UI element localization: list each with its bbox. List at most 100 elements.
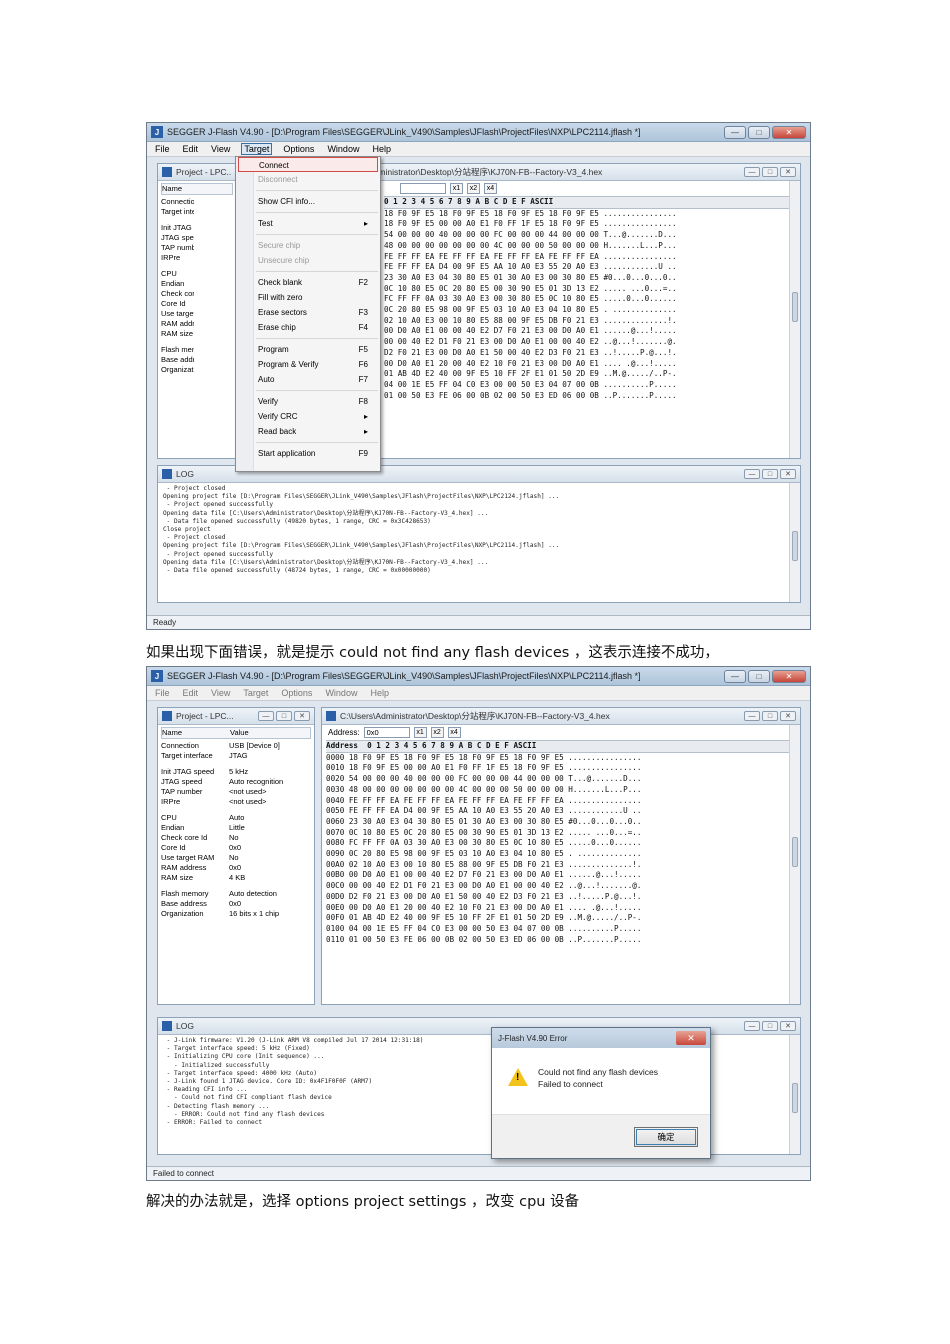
menu-help[interactable]: Help <box>370 144 393 154</box>
property-row[interactable]: Connection USB [Device 0] <box>161 741 311 751</box>
jflash-window-target-menu: J SEGGER J-Flash V4.90 - [D:\Program Fil… <box>146 122 811 630</box>
menu-item-verify[interactable]: Verify F8 <box>236 394 380 409</box>
address-input[interactable] <box>400 183 446 194</box>
property-row[interactable]: Organization 16 bits x 1 chip <box>161 909 311 919</box>
menu-item-show-cfi-info[interactable]: Show CFI info... <box>236 194 380 209</box>
log-minimize-icon[interactable]: — <box>744 1021 760 1031</box>
property-row[interactable]: Flash memory <box>161 345 233 355</box>
pane-minimize-icon[interactable]: — <box>744 167 760 177</box>
close-icon[interactable]: ✕ <box>772 669 806 683</box>
property-row[interactable]: TAP number <box>161 243 233 253</box>
property-row[interactable]: Init JTAG speed 5 kHz <box>161 767 311 777</box>
pane-maximize-icon[interactable]: □ <box>762 167 778 177</box>
log-close-icon[interactable]: ✕ <box>780 1021 796 1031</box>
zoom-x2-button[interactable]: x2 <box>430 727 444 738</box>
property-row[interactable]: Use target RAM <box>161 309 233 319</box>
property-row[interactable]: Endian <box>161 279 233 289</box>
property-row[interactable]: JTAG speed Auto recognition <box>161 777 311 787</box>
property-row[interactable]: Organization <box>161 365 233 375</box>
menu-target[interactable]: Target <box>241 688 270 698</box>
menu-options[interactable]: Options <box>279 688 314 698</box>
menu-item-fill-with-zero[interactable]: Fill with zero <box>236 290 380 305</box>
pane-minimize-icon[interactable]: — <box>258 711 274 721</box>
property-row[interactable]: Name <box>161 183 233 195</box>
property-row[interactable]: IRPre <not used> <box>161 797 311 807</box>
menu-view[interactable]: View <box>209 688 232 698</box>
menu-window[interactable]: Window <box>325 144 361 154</box>
pane-maximize-icon[interactable]: □ <box>762 711 778 721</box>
hex-row: 18 F0 9F E5 00 00 A0 E1 F0 FF 1F E5 18 F… <box>384 219 677 229</box>
property-row[interactable]: Check core Id <box>161 289 233 299</box>
property-row[interactable]: Core Id 0x0 <box>161 843 311 853</box>
log-minimize-icon[interactable]: — <box>744 469 760 479</box>
menu-item-erase-chip[interactable]: Erase chip F4 <box>236 320 380 335</box>
menu-edit[interactable]: Edit <box>181 688 201 698</box>
menu-item-check-blank[interactable]: Check blank F2 <box>236 275 380 290</box>
hex-scrollbar[interactable] <box>789 725 800 1004</box>
menu-item-test[interactable]: Test ▸ <box>236 216 380 231</box>
menu-file[interactable]: File <box>153 144 172 154</box>
zoom-x1-button[interactable]: x1 <box>450 183 463 194</box>
log-close-icon[interactable]: ✕ <box>780 469 796 479</box>
property-row[interactable]: TAP number <not used> <box>161 787 311 797</box>
menu-item-program[interactable]: Program F5 <box>236 342 380 357</box>
menu-item-auto[interactable]: Auto F7 <box>236 372 380 387</box>
ok-button[interactable]: 确定 <box>634 1127 698 1147</box>
caption-solution: 解决的办法就是，选择 options project settings ，改变 … <box>146 1194 580 1210</box>
menu-window[interactable]: Window <box>323 688 359 698</box>
menu-view[interactable]: View <box>209 144 232 154</box>
property-row[interactable]: Target interface JTAG <box>161 751 311 761</box>
property-row[interactable]: Core Id <box>161 299 233 309</box>
pane-close-icon[interactable]: ✕ <box>780 711 796 721</box>
pane-maximize-icon[interactable]: □ <box>276 711 292 721</box>
close-icon[interactable]: ✕ <box>772 125 806 139</box>
menu-target[interactable]: Target <box>241 143 273 155</box>
menu-item-erase-sectors[interactable]: Erase sectors F3 <box>236 305 380 320</box>
log-maximize-icon[interactable]: □ <box>762 469 778 479</box>
hex-scrollbar[interactable] <box>789 181 800 458</box>
menu-file[interactable]: File <box>153 688 172 698</box>
property-row[interactable]: Init JTAG speed <box>161 223 233 233</box>
log-scrollbar[interactable] <box>789 483 800 602</box>
maximize-icon[interactable]: □ <box>748 669 770 683</box>
minimize-icon[interactable]: — <box>724 125 746 139</box>
menu-item-program-verify[interactable]: Program & Verify F6 <box>236 357 380 372</box>
zoom-x1-button[interactable]: x1 <box>413 727 427 738</box>
pane-minimize-icon[interactable]: — <box>744 711 760 721</box>
menu-item-read-back[interactable]: Read back ▸ <box>236 424 380 439</box>
property-row[interactable]: Use target RAM No <box>161 853 311 863</box>
property-row[interactable]: Base address <box>161 355 233 365</box>
menu-help[interactable]: Help <box>368 688 391 698</box>
minimize-icon[interactable]: — <box>724 669 746 683</box>
menu-item-connect[interactable]: Connect <box>238 157 378 172</box>
property-row[interactable]: IRPre <box>161 253 233 263</box>
property-row[interactable]: Target interface <box>161 207 233 217</box>
zoom-x2-button[interactable]: x2 <box>467 183 480 194</box>
zoom-x4-button[interactable]: x4 <box>447 727 461 738</box>
property-row[interactable]: Endian Little <box>161 823 311 833</box>
property-row[interactable]: JTAG speed <box>161 233 233 243</box>
log-maximize-icon[interactable]: □ <box>762 1021 778 1031</box>
log-scrollbar[interactable] <box>789 1035 800 1154</box>
property-row[interactable]: CPU Auto <box>161 813 311 823</box>
property-row[interactable]: RAM address 0x0 <box>161 863 311 873</box>
property-row[interactable]: RAM address <box>161 319 233 329</box>
address-input[interactable]: 0x0 <box>363 727 410 738</box>
menu-item-start-application[interactable]: Start application F9 <box>236 446 380 461</box>
property-row[interactable]: Base address 0x0 <box>161 899 311 909</box>
dialog-close-icon[interactable]: ✕ <box>676 1031 706 1045</box>
maximize-icon[interactable]: □ <box>748 125 770 139</box>
property-row[interactable]: Name Value <box>161 727 311 739</box>
property-row[interactable]: Flash memory Auto detection <box>161 889 311 899</box>
menu-item-verify-crc[interactable]: Verify CRC ▸ <box>236 409 380 424</box>
menu-edit[interactable]: Edit <box>181 144 201 154</box>
property-row[interactable]: RAM size 4 KB <box>161 873 311 883</box>
menu-options[interactable]: Options <box>281 144 316 154</box>
property-row[interactable]: Check core Id No <box>161 833 311 843</box>
property-row[interactable]: CPU <box>161 269 233 279</box>
zoom-x4-button[interactable]: x4 <box>484 183 497 194</box>
property-row[interactable]: Connection <box>161 197 233 207</box>
property-row[interactable]: RAM size <box>161 329 233 339</box>
pane-close-icon[interactable]: ✕ <box>780 167 796 177</box>
pane-close-icon[interactable]: ✕ <box>294 711 310 721</box>
